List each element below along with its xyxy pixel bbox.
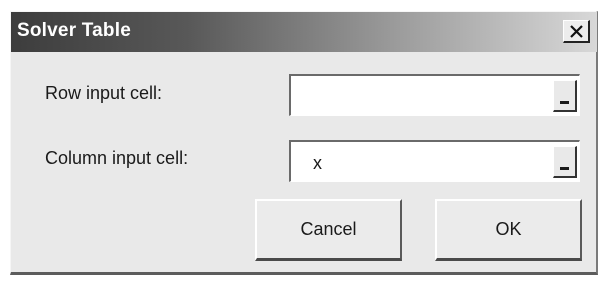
column-input-ref-button[interactable]	[553, 146, 577, 178]
title-bar[interactable]: Solver Table	[11, 12, 597, 52]
row-input-label: Row input cell:	[45, 83, 163, 103]
close-button[interactable]	[563, 20, 590, 43]
close-icon	[570, 25, 583, 38]
collapse-dialog-icon	[560, 167, 569, 170]
row-input-field[interactable]	[289, 74, 580, 116]
solver-table-dialog: Solver Table Row input cell: Column inpu…	[10, 11, 598, 275]
column-input-field[interactable]: x	[289, 140, 580, 182]
column-input-label: Column input cell:	[45, 148, 189, 168]
ok-button[interactable]: OK	[435, 199, 582, 261]
collapse-dialog-icon	[560, 101, 569, 104]
cancel-button[interactable]: Cancel	[255, 199, 402, 261]
row-input-ref-button[interactable]	[553, 80, 577, 112]
window-title: Solver Table	[17, 20, 131, 41]
column-input-value: x	[313, 153, 322, 173]
